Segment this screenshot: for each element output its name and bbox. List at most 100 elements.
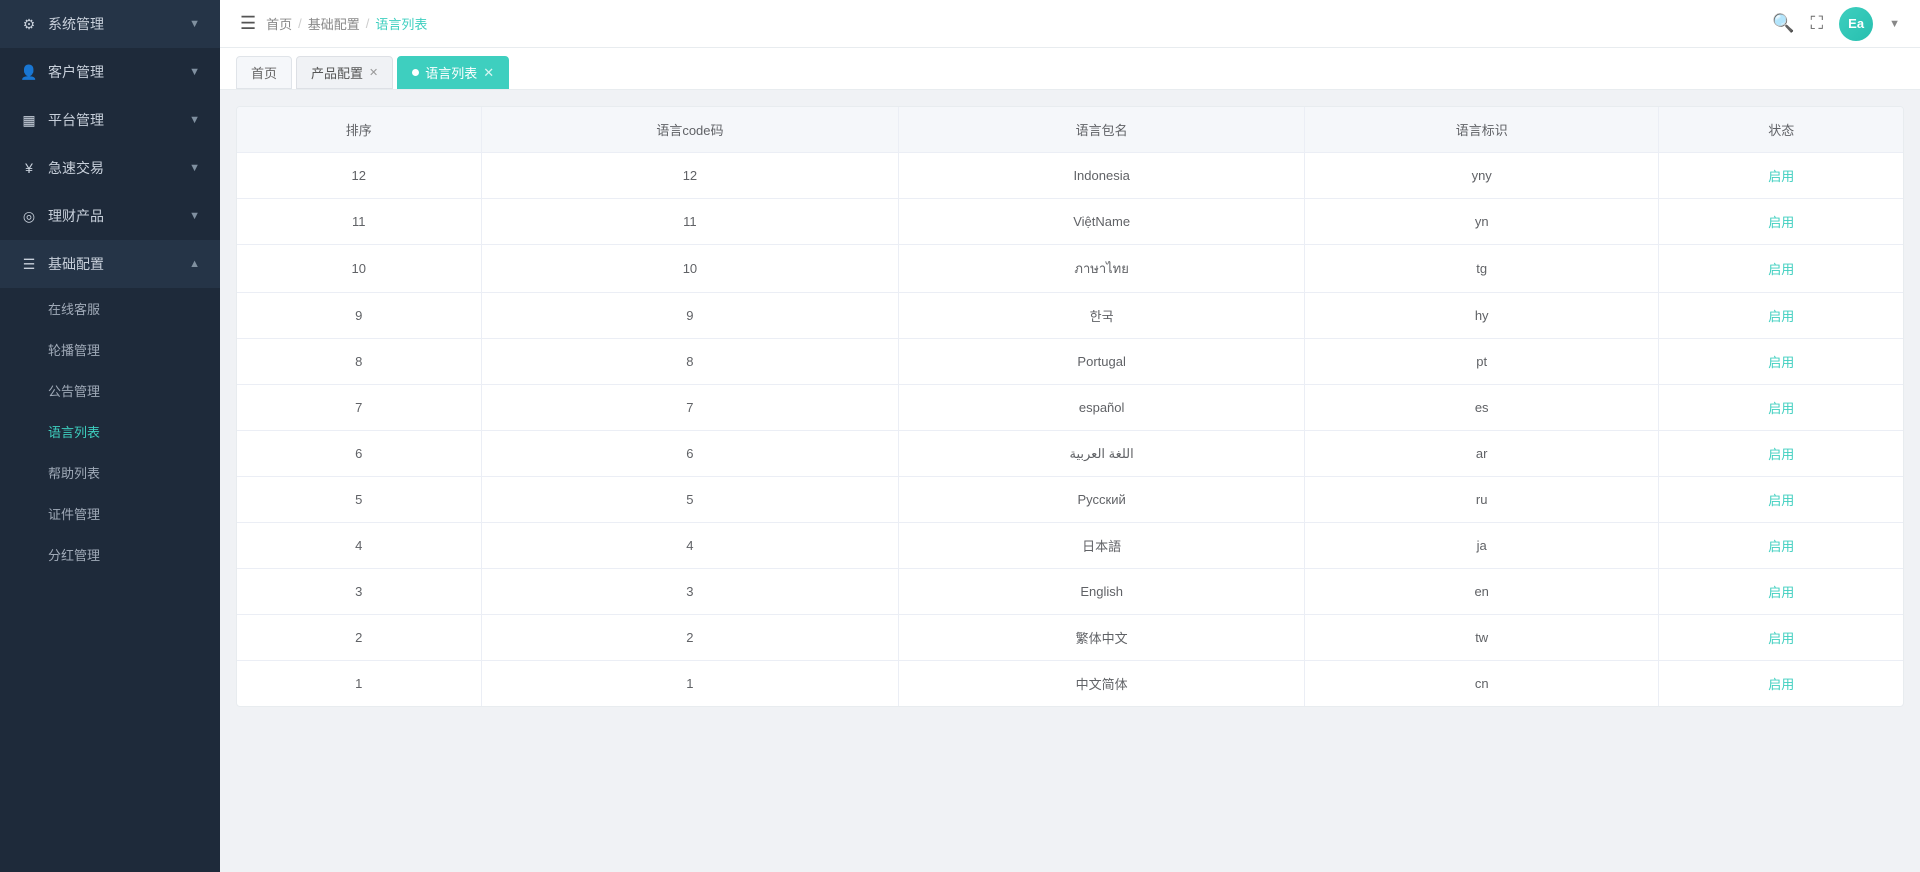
table-row: 3 3 English en 启用: [237, 569, 1903, 615]
cell-tag: yny: [1304, 153, 1659, 199]
tab-dot: [412, 69, 419, 76]
topbar-right: 🔍 ⛶ Ea ▼: [1772, 7, 1900, 41]
cell-order: 8: [237, 339, 481, 385]
menu-toggle-icon[interactable]: ☰: [240, 13, 256, 34]
cell-name: 한국: [899, 293, 1305, 339]
table-body: 12 12 Indonesia yny 启用 11 11 ViệtName yn…: [237, 153, 1903, 707]
breadcrumb-home[interactable]: 首页: [266, 14, 292, 33]
settings-circle-icon: ◎: [20, 207, 38, 225]
chevron-down-icon: ▼: [189, 162, 200, 174]
book-icon: ☰: [20, 255, 38, 273]
tab-language-list[interactable]: 语言列表 ✕: [397, 56, 509, 89]
cell-status[interactable]: 启用: [1659, 245, 1903, 293]
table-header-row: 排序 语言code码 语言包名 语言标识 状态: [237, 107, 1903, 153]
chevron-down-icon: ▼: [189, 210, 200, 222]
cell-tag: pt: [1304, 339, 1659, 385]
col-order: 排序: [237, 107, 481, 153]
cell-status[interactable]: 启用: [1659, 339, 1903, 385]
tab-home[interactable]: 首页: [236, 56, 292, 89]
sidebar-item-quick-trade[interactable]: ¥ 急速交易 ▼: [0, 144, 220, 192]
sidebar-item-platform[interactable]: ▦ 平台管理 ▼: [0, 96, 220, 144]
sidebar-item-basic-config[interactable]: ☰ 基础配置 ▲: [0, 240, 220, 288]
fullscreen-icon[interactable]: ⛶: [1811, 13, 1824, 34]
tab-product-config[interactable]: 产品配置 ✕: [296, 56, 393, 89]
cell-code: 4: [481, 523, 899, 569]
cell-status[interactable]: 启用: [1659, 199, 1903, 245]
yen-icon: ¥: [20, 159, 38, 177]
cell-order: 5: [237, 477, 481, 523]
tab-product-config-close[interactable]: ✕: [369, 66, 378, 79]
cell-status[interactable]: 启用: [1659, 385, 1903, 431]
cell-tag: ru: [1304, 477, 1659, 523]
cell-status[interactable]: 启用: [1659, 431, 1903, 477]
table-row: 8 8 Portugal pt 启用: [237, 339, 1903, 385]
cell-name: 日本語: [899, 523, 1305, 569]
cell-tag: ja: [1304, 523, 1659, 569]
table-row: 2 2 繁体中文 tw 启用: [237, 615, 1903, 661]
sidebar-sub-item-cert-management[interactable]: 证件管理: [0, 493, 220, 534]
cell-status[interactable]: 启用: [1659, 477, 1903, 523]
cell-name: ภาษาไทย: [899, 245, 1305, 293]
tab-language-list-close[interactable]: ✕: [483, 65, 494, 81]
sidebar-item-basic-config-label: 基础配置: [48, 254, 104, 274]
cell-status[interactable]: 启用: [1659, 153, 1903, 199]
sidebar: ⚙ 系统管理 ▼ 👤 客户管理 ▼ ▦ 平台管理 ▼ ¥ 急速交易 ▼ ◎ 理财…: [0, 0, 220, 872]
breadcrumb-current: 语言列表: [375, 14, 427, 33]
cell-tag: ar: [1304, 431, 1659, 477]
language-table: 排序 语言code码 语言包名 语言标识 状态: [237, 107, 1903, 706]
sidebar-sub-item-carousel[interactable]: 轮播管理: [0, 329, 220, 370]
cell-status[interactable]: 启用: [1659, 661, 1903, 707]
sidebar-item-customer[interactable]: 👤 客户管理 ▼: [0, 48, 220, 96]
cell-code: 7: [481, 385, 899, 431]
search-icon[interactable]: 🔍: [1772, 13, 1794, 34]
cell-name: English: [899, 569, 1305, 615]
cell-order: 10: [237, 245, 481, 293]
cell-status[interactable]: 启用: [1659, 523, 1903, 569]
sidebar-item-finance[interactable]: ◎ 理财产品 ▼: [0, 192, 220, 240]
gear-icon: ⚙: [20, 15, 38, 33]
cell-code: 8: [481, 339, 899, 385]
cell-code: 5: [481, 477, 899, 523]
language-table-wrap: 排序 语言code码 语言包名 语言标识 状态: [236, 106, 1904, 707]
cell-status[interactable]: 启用: [1659, 569, 1903, 615]
cell-code: 9: [481, 293, 899, 339]
cell-order: 7: [237, 385, 481, 431]
cell-name: ViệtName: [899, 199, 1305, 245]
cell-order: 3: [237, 569, 481, 615]
cell-order: 4: [237, 523, 481, 569]
col-name: 语言包名: [899, 107, 1305, 153]
sidebar-sub-item-language-list[interactable]: 语言列表: [0, 411, 220, 452]
table-row: 9 9 한국 hy 启用: [237, 293, 1903, 339]
col-code: 语言code码: [481, 107, 899, 153]
sidebar-sub-item-announcement[interactable]: 公告管理: [0, 370, 220, 411]
cell-name: 中文简体: [899, 661, 1305, 707]
sidebar-sub-item-help-list[interactable]: 帮助列表: [0, 452, 220, 493]
avatar-dropdown-icon[interactable]: ▼: [1889, 18, 1900, 30]
sidebar-item-system-label: 系统管理: [48, 14, 104, 34]
table-row: 6 6 اللغة العربية ar 启用: [237, 431, 1903, 477]
chevron-up-icon: ▲: [189, 258, 200, 270]
avatar[interactable]: Ea: [1839, 7, 1873, 41]
cell-name: Portugal: [899, 339, 1305, 385]
cell-tag: yn: [1304, 199, 1659, 245]
cell-order: 1: [237, 661, 481, 707]
cell-status[interactable]: 启用: [1659, 293, 1903, 339]
cell-order: 2: [237, 615, 481, 661]
cell-tag: en: [1304, 569, 1659, 615]
main-area: ☰ 首页 / 基础配置 / 语言列表 🔍 ⛶ Ea ▼ 首页 产品配置 ✕: [220, 0, 1920, 872]
sidebar-item-quick-trade-label: 急速交易: [48, 158, 104, 178]
cell-tag: tw: [1304, 615, 1659, 661]
cell-code: 1: [481, 661, 899, 707]
sidebar-item-system[interactable]: ⚙ 系统管理 ▼: [0, 0, 220, 48]
table-row: 7 7 español es 启用: [237, 385, 1903, 431]
cell-code: 12: [481, 153, 899, 199]
cell-tag: cn: [1304, 661, 1659, 707]
cell-tag: tg: [1304, 245, 1659, 293]
table-row: 5 5 Русский ru 启用: [237, 477, 1903, 523]
breadcrumb-config[interactable]: 基础配置: [308, 14, 360, 33]
sidebar-sub-item-online-service[interactable]: 在线客服: [0, 288, 220, 329]
cell-code: 2: [481, 615, 899, 661]
sidebar-sub-item-split-management[interactable]: 分红管理: [0, 534, 220, 575]
cell-tag: hy: [1304, 293, 1659, 339]
cell-status[interactable]: 启用: [1659, 615, 1903, 661]
